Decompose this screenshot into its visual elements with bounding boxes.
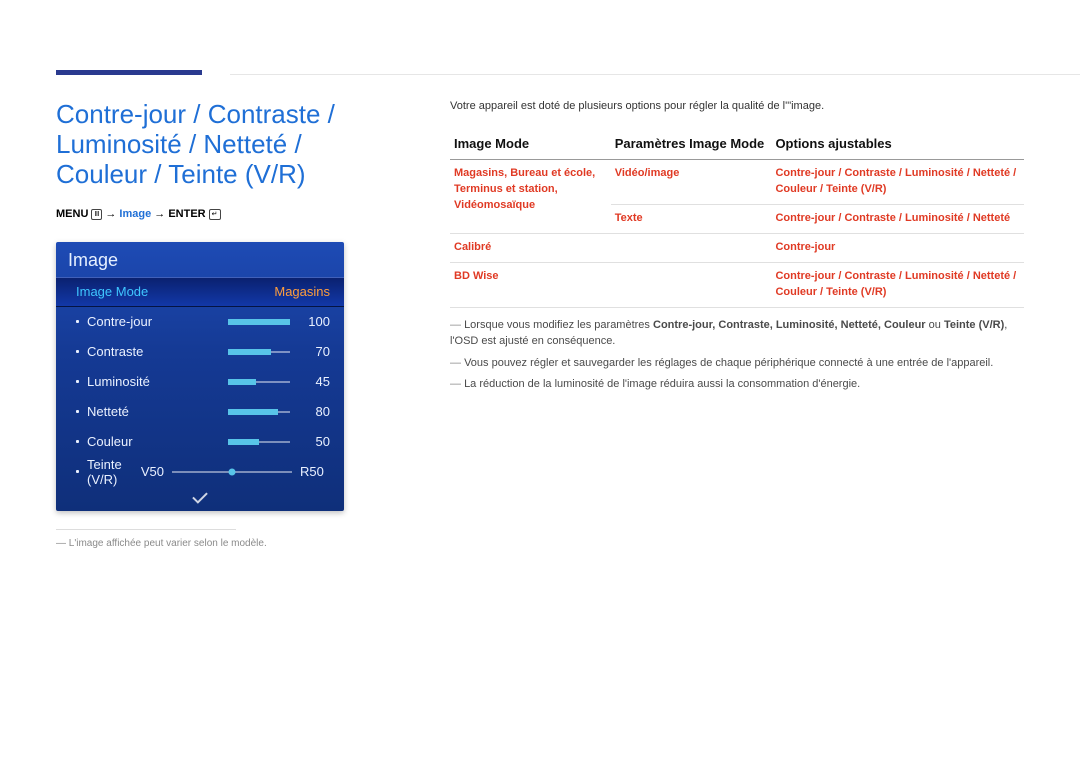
table-row: Calibré Contre-jour [450,233,1024,262]
osd-row-nettete[interactable]: Netteté 80 [56,397,344,427]
osd-scroll-down[interactable] [56,487,344,503]
page-title: Contre-jour / Contraste / Luminosité / N… [56,100,386,190]
menu-icon: Ⅲ [91,209,102,220]
table-row: BD Wise Contre-jour / Contraste / Lumino… [450,262,1024,307]
th-image-mode: Image Mode [450,130,611,160]
th-options: Options ajustables [771,130,1024,160]
slider[interactable] [228,319,290,325]
bullet-icon [76,350,79,353]
osd-row-teinte[interactable]: Teinte (V/R) V50 R50 [56,457,344,487]
intro-text: Votre appareil est doté de plusieurs opt… [450,100,1024,112]
th-params: Paramètres Image Mode [611,130,772,160]
notes-list: Lorsque vous modifiez les paramètres Con… [450,318,1024,394]
osd-row-luminosite[interactable]: Luminosité 45 [56,367,344,397]
bullet-icon [76,440,79,443]
slider[interactable] [228,379,290,385]
bullet-icon [76,470,79,473]
accent-bar [56,70,202,75]
osd-row-contre-jour[interactable]: Contre-jour 100 [56,307,344,337]
vr-slider[interactable] [172,469,292,475]
osd-row-value: Magasins [274,284,330,299]
note-item: La réduction de la luminosité de l'image… [450,377,1024,393]
top-rule [230,74,1080,75]
bullet-icon [76,380,79,383]
osd-title: Image [56,242,344,277]
slider[interactable] [228,439,290,445]
options-table: Image Mode Paramètres Image Mode Options… [450,130,1024,308]
menu-path: MENU Ⅲ → Image → ENTER ↵ [56,208,386,220]
bullet-icon [76,320,79,323]
osd-row-contraste[interactable]: Contraste 70 [56,337,344,367]
osd-row-image-mode[interactable]: Image Mode Magasins [56,277,344,307]
osd-row-couleur[interactable]: Couleur 50 [56,427,344,457]
bullet-icon [76,410,79,413]
note-item: Vous pouvez régler et sauvegarder les ré… [450,356,1024,372]
slider[interactable] [228,349,290,355]
footnote: L'image affichée peut varier selon le mo… [56,538,386,549]
enter-icon: ↵ [209,209,221,220]
chevron-down-icon [192,488,208,504]
osd-row-label: Image Mode [76,284,274,299]
note-item: Lorsque vous modifiez les paramètres Con… [450,318,1024,350]
footnote-rule [56,529,236,530]
osd-panel: Image Image Mode Magasins Contre-jour 10… [56,242,344,511]
slider[interactable] [228,409,290,415]
table-row: Magasins, Bureau et école, Terminus et s… [450,160,1024,205]
